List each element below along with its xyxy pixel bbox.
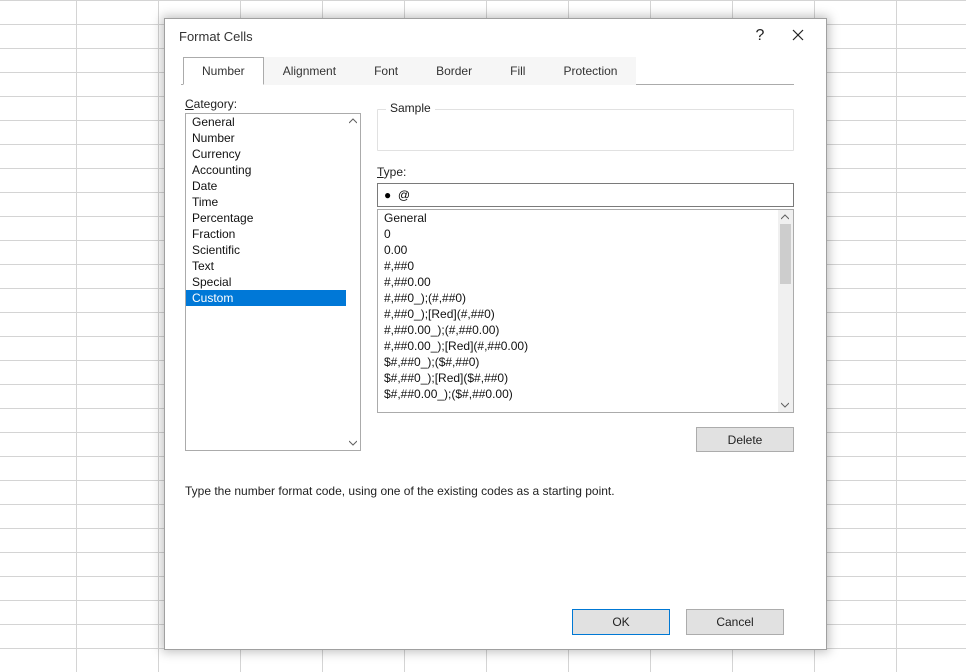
hint-text: Type the number format code, using one o… — [185, 484, 794, 498]
type-item[interactable]: 0.00 — [378, 242, 778, 258]
category-scrollbar[interactable] — [346, 114, 360, 450]
category-item[interactable]: Text — [186, 258, 346, 274]
type-item[interactable]: #,##0.00_);[Red](#,##0.00) — [378, 338, 778, 354]
tab-alignment[interactable]: Alignment — [264, 57, 355, 85]
category-column: Category: GeneralNumberCurrencyAccountin… — [185, 97, 361, 452]
cancel-button[interactable]: Cancel — [686, 609, 784, 635]
type-item[interactable]: #,##0.00_);(#,##0.00) — [378, 322, 778, 338]
dialog-title: Format Cells — [179, 29, 740, 44]
close-icon — [792, 28, 804, 44]
tab-fill[interactable]: Fill — [491, 57, 544, 85]
help-icon: ? — [756, 27, 765, 45]
type-item[interactable]: #,##0_);(#,##0) — [378, 290, 778, 306]
scroll-track[interactable] — [346, 128, 360, 436]
chevron-up-icon[interactable] — [346, 114, 360, 128]
format-cells-dialog: Format Cells ? NumberAlignmentFontBorder… — [164, 18, 827, 650]
tab-strip: NumberAlignmentFontBorderFillProtection — [183, 57, 808, 85]
category-item[interactable]: Number — [186, 130, 346, 146]
category-listbox[interactable]: GeneralNumberCurrencyAccountingDateTimeP… — [185, 113, 361, 451]
scroll-track[interactable] — [778, 224, 793, 398]
category-item[interactable]: Special — [186, 274, 346, 290]
type-item[interactable]: $#,##0_);[Red]($#,##0) — [378, 370, 778, 386]
sample-group: Sample — [377, 109, 794, 151]
help-button[interactable]: ? — [742, 22, 778, 50]
type-scrollbar[interactable] — [778, 210, 793, 412]
dialog-titlebar: Format Cells ? — [165, 19, 826, 53]
category-item[interactable]: Currency — [186, 146, 346, 162]
type-item[interactable]: $#,##0_);($#,##0) — [378, 354, 778, 370]
category-item[interactable]: Percentage — [186, 210, 346, 226]
chevron-down-icon[interactable] — [778, 398, 792, 412]
type-item[interactable]: General — [378, 210, 778, 226]
close-button[interactable] — [780, 22, 816, 50]
chevron-down-icon[interactable] — [346, 436, 360, 450]
type-listbox[interactable]: General00.00#,##0#,##0.00#,##0_);(#,##0)… — [377, 209, 794, 413]
category-item[interactable]: General — [186, 114, 346, 130]
type-label: Type: — [377, 165, 794, 179]
scroll-thumb[interactable] — [780, 224, 791, 284]
type-item[interactable]: #,##0.00 — [378, 274, 778, 290]
tab-protection[interactable]: Protection — [544, 57, 636, 85]
category-item[interactable]: Fraction — [186, 226, 346, 242]
delete-button[interactable]: Delete — [696, 427, 794, 452]
type-item[interactable]: $#,##0.00_);($#,##0.00) — [378, 386, 778, 402]
sample-value — [378, 110, 793, 122]
category-item[interactable]: Date — [186, 178, 346, 194]
tab-font[interactable]: Font — [355, 57, 417, 85]
dialog-footer: OK Cancel — [183, 601, 808, 649]
tab-content-number: Category: GeneralNumberCurrencyAccountin… — [183, 85, 808, 601]
type-item[interactable]: #,##0_);[Red](#,##0) — [378, 306, 778, 322]
type-column: Sample Type: General00.00#,##0#,##0.00#,… — [377, 97, 794, 452]
type-item[interactable]: #,##0 — [378, 258, 778, 274]
tab-number[interactable]: Number — [183, 57, 264, 85]
tab-border[interactable]: Border — [417, 57, 491, 85]
category-item[interactable]: Accounting — [186, 162, 346, 178]
category-item[interactable]: Custom — [186, 290, 346, 306]
category-item[interactable]: Time — [186, 194, 346, 210]
type-input[interactable] — [377, 183, 794, 207]
sample-label: Sample — [386, 101, 435, 115]
category-item[interactable]: Scientific — [186, 242, 346, 258]
dialog-body: NumberAlignmentFontBorderFillProtection … — [165, 53, 826, 649]
chevron-up-icon[interactable] — [778, 210, 792, 224]
type-item[interactable]: 0 — [378, 226, 778, 242]
ok-button[interactable]: OK — [572, 609, 670, 635]
category-label: Category: — [185, 97, 361, 111]
